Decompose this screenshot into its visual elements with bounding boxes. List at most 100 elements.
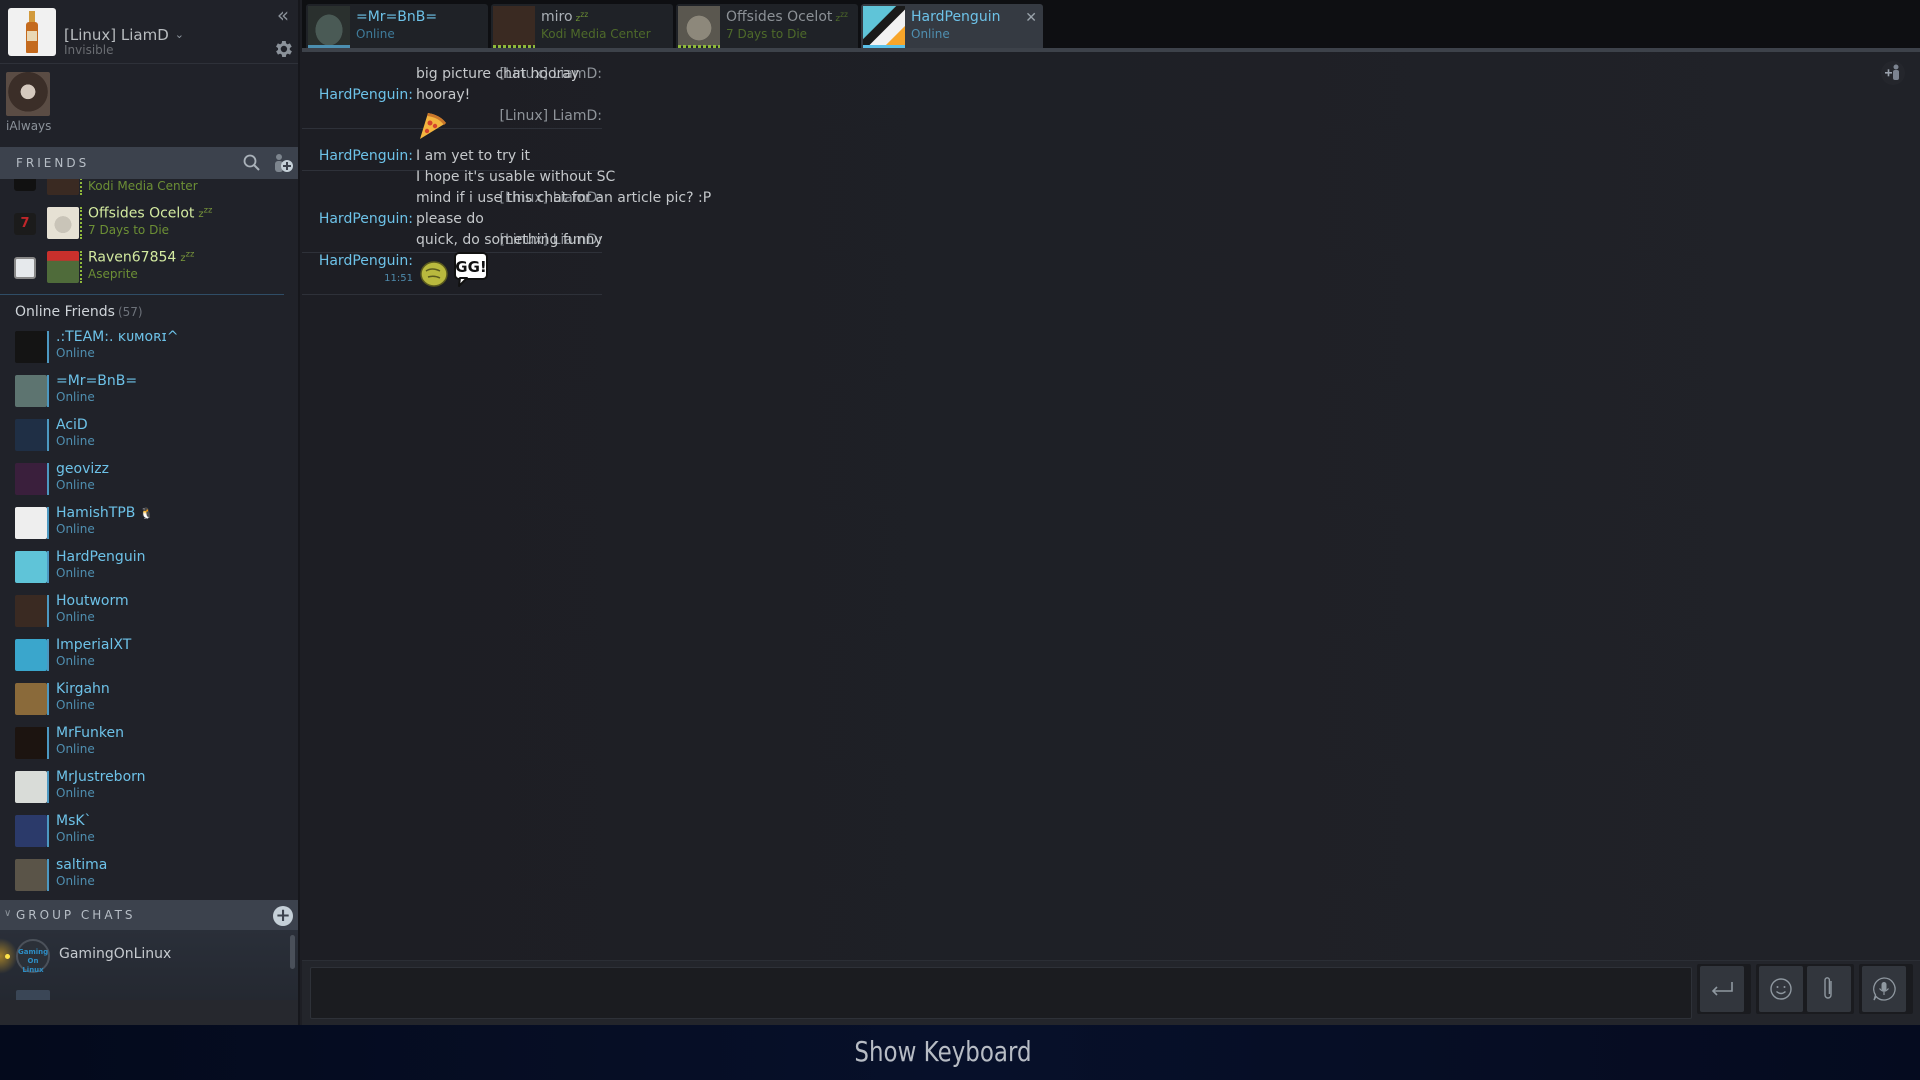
show-keyboard-button[interactable]: Show Keyboard bbox=[170, 1035, 1717, 1068]
steam-chat-window: [Linux] LiamD ⌄ Invisible « iAlways FRIEN… bbox=[0, 0, 1920, 1025]
group-chat-name: GamingOnLinux bbox=[59, 946, 172, 962]
group-chats-header[interactable]: ∨ GROUP CHATS + bbox=[0, 900, 298, 930]
avatar bbox=[15, 331, 47, 363]
tab-name: =Mr=BnB= bbox=[356, 9, 438, 25]
status-bar bbox=[47, 639, 49, 671]
avatar bbox=[15, 771, 47, 803]
pizza-emoticon bbox=[420, 113, 446, 139]
chevron-down-icon: ⌄ bbox=[174, 28, 184, 41]
avatar bbox=[47, 251, 79, 283]
status-bar bbox=[47, 331, 49, 363]
away-icon: zzz bbox=[198, 205, 213, 221]
scrollbar[interactable] bbox=[290, 935, 295, 969]
group-chat-item[interactable]: Gaming On Linux GamingOnLinux bbox=[0, 930, 290, 982]
friend-item-online[interactable]: =Mr=BnB= Online bbox=[0, 369, 298, 413]
send-button[interactable] bbox=[1700, 966, 1744, 1012]
avatar bbox=[678, 6, 720, 46]
enter-icon bbox=[1711, 982, 1733, 996]
linux-penguin-icon: 🐧 bbox=[139, 507, 154, 520]
avatar bbox=[15, 595, 47, 627]
chat-log[interactable]: [Linux] LiamD: big picture chat hooray H… bbox=[302, 52, 1920, 960]
avatar bbox=[863, 6, 905, 46]
tab-name: HardPenguin bbox=[911, 9, 1001, 25]
emoji-button[interactable] bbox=[1759, 966, 1803, 1012]
friend-item-ingame[interactable]: miro Kodi Media Center bbox=[0, 179, 298, 201]
online-friends-group[interactable]: Online Friends (57) bbox=[0, 295, 298, 325]
friend-status: Online bbox=[56, 346, 95, 360]
avatar bbox=[15, 551, 47, 583]
gear-icon[interactable] bbox=[272, 38, 294, 60]
tab-hardpenguin[interactable]: HardPenguin Online ✕ bbox=[861, 4, 1043, 48]
friend-status: Online bbox=[56, 874, 95, 888]
chat-tabs: =Mr=BnB= Online miro zzz Kodi Media Cente… bbox=[302, 0, 1920, 48]
friend-status: Online bbox=[56, 566, 95, 580]
friend-status: Online bbox=[56, 610, 95, 624]
avatar bbox=[493, 6, 535, 46]
friend-name: MrJustreborn bbox=[56, 769, 146, 785]
message-text: please do bbox=[416, 211, 484, 227]
status-bar bbox=[47, 683, 49, 715]
friend-item-online[interactable]: HardPenguin Online bbox=[0, 545, 298, 589]
search-icon[interactable] bbox=[242, 153, 262, 173]
friend-name: MsK` bbox=[56, 813, 92, 829]
favorite-friend[interactable]: iAlways bbox=[6, 72, 54, 133]
self-name-dropdown[interactable]: [Linux] LiamD ⌄ bbox=[64, 26, 184, 44]
friend-item-online[interactable]: Kirgahn Online bbox=[0, 677, 298, 721]
self-avatar[interactable] bbox=[8, 8, 56, 56]
game-icon bbox=[14, 179, 36, 191]
friend-name: geovizz bbox=[56, 461, 109, 477]
friend-name: HardPenguin bbox=[56, 549, 146, 565]
avatar bbox=[47, 179, 79, 195]
friend-game: Aseprite bbox=[88, 267, 138, 281]
friend-item-online[interactable]: .:TEAM:. ᴋᴜᴍᴏʀɪ^ Online bbox=[0, 325, 298, 369]
double-chevron-left-icon[interactable]: « bbox=[272, 4, 294, 26]
tab-miro[interactable]: miro zzz Kodi Media Center bbox=[491, 4, 673, 48]
group-chats-title: GROUP CHATS bbox=[16, 908, 136, 922]
status-bar bbox=[47, 771, 49, 803]
add-group-chat-icon[interactable]: + bbox=[273, 906, 293, 926]
friend-name: ImperialXT bbox=[56, 637, 132, 653]
message-text: mind if i use this chat for an article p… bbox=[416, 190, 712, 206]
friends-sidebar: [Linux] LiamD ⌄ Invisible « iAlways FRIEN… bbox=[0, 0, 300, 1025]
friend-item-online[interactable]: Houtworm Online bbox=[0, 589, 298, 633]
add-friend-icon[interactable] bbox=[272, 152, 294, 174]
friend-item-online[interactable]: saltima Online bbox=[0, 853, 298, 897]
avatar bbox=[47, 207, 79, 239]
friend-name: Offsides Ocelot zzz bbox=[88, 205, 213, 222]
message-text: I hope it's usable without SC bbox=[416, 169, 616, 185]
voice-chat-button[interactable] bbox=[1862, 966, 1906, 1012]
status-bar bbox=[47, 859, 49, 891]
status-bar bbox=[47, 727, 49, 759]
friends-list[interactable]: miro Kodi Media Center 7 Offsides Ocelot… bbox=[0, 179, 298, 899]
attach-button[interactable] bbox=[1807, 966, 1851, 1012]
friend-item-online[interactable]: geovizz Online bbox=[0, 457, 298, 501]
aseprite-icon bbox=[14, 257, 36, 279]
friend-item-online[interactable]: MrFunken Online bbox=[0, 721, 298, 765]
status-bar bbox=[47, 463, 49, 495]
message-text: I am yet to try it bbox=[416, 148, 530, 164]
avatar bbox=[15, 463, 47, 495]
friend-item-online[interactable]: HamishTPB 🐧 Online bbox=[0, 501, 298, 545]
friend-item-online[interactable]: MsK` Online bbox=[0, 809, 298, 853]
friend-item-online[interactable]: ImperialXT Online bbox=[0, 633, 298, 677]
chat-message-input[interactable] bbox=[310, 967, 1692, 1019]
friend-item-ingame[interactable]: 7 Offsides Ocelot zzz 7 Days to Die bbox=[0, 201, 298, 245]
friend-name: =Mr=BnB= bbox=[56, 373, 138, 389]
friend-name: Kirgahn bbox=[56, 681, 110, 697]
online-count: (57) bbox=[117, 305, 143, 319]
add-user-to-chat-icon[interactable] bbox=[1880, 60, 1906, 86]
friend-status: Online bbox=[56, 478, 95, 492]
friend-item-online[interactable]: MrJustreborn Online bbox=[0, 765, 298, 809]
friend-item-online[interactable]: AciD Online bbox=[0, 413, 298, 457]
tab-status: 7 Days to Die bbox=[726, 27, 808, 41]
seven-days-to-die-icon: 7 bbox=[14, 213, 36, 235]
tab-status: Kodi Media Center bbox=[541, 27, 651, 41]
friend-item-ingame[interactable]: Raven67854 zzz Aseprite bbox=[0, 245, 298, 289]
smiley-icon bbox=[1770, 978, 1792, 1000]
status-bar bbox=[47, 419, 49, 451]
tab-mr-bnb[interactable]: =Mr=BnB= Online bbox=[306, 4, 488, 48]
chevron-down-icon: ∨ bbox=[4, 908, 12, 919]
close-tab-icon[interactable]: ✕ bbox=[1025, 10, 1037, 26]
tab-offsides-ocelot[interactable]: Offsides Ocelot zzz 7 Days to Die bbox=[676, 4, 858, 48]
avatar bbox=[15, 683, 47, 715]
